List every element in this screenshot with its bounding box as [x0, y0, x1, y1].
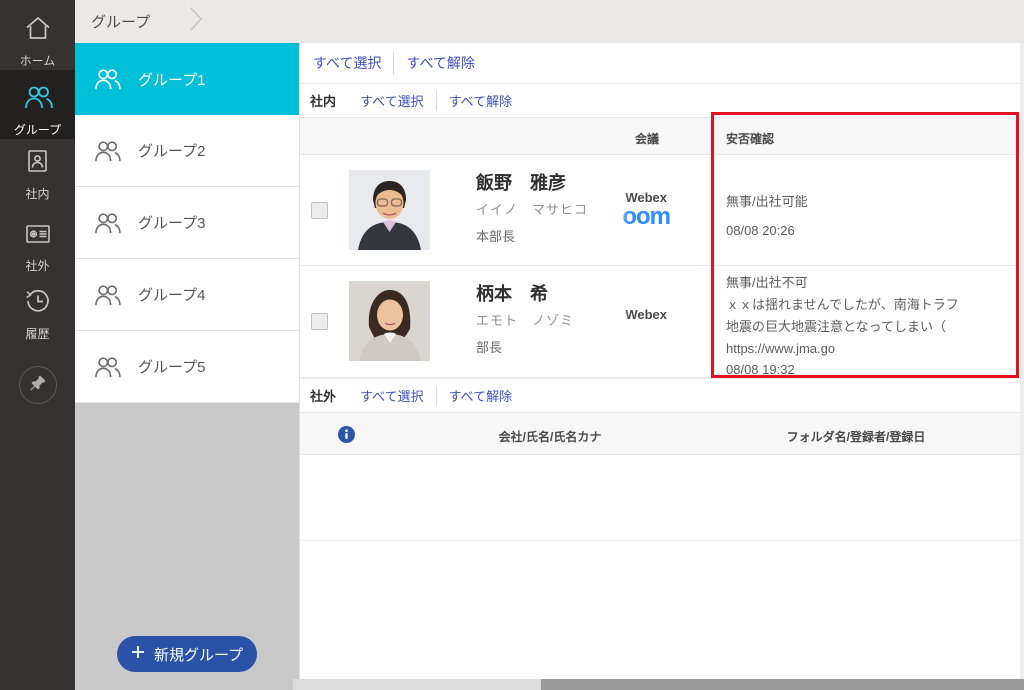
group-icon: [91, 283, 123, 307]
person-name: 柄本 希: [476, 280, 548, 306]
chevron-right-icon: [188, 5, 204, 38]
column-header-meeting: 会議: [617, 130, 677, 147]
divider: [436, 386, 437, 406]
deselect-all-link[interactable]: すべて解除: [406, 53, 474, 73]
sidebar-item-label: ホーム: [20, 52, 56, 69]
sidebar-item-label: 履歴: [25, 325, 49, 342]
groups-icon: [21, 84, 55, 115]
group-icon: [91, 67, 123, 91]
safety-message-line[interactable]: https://www.jma.go: [726, 338, 959, 360]
fade-overlay: [590, 155, 630, 265]
column-header-safety: 安否確認: [726, 130, 774, 147]
safety-timestamp: 08/08 19:32: [726, 362, 795, 377]
group-label: グループ4: [138, 284, 205, 305]
person-kana: イイノ マサヒコ: [476, 199, 588, 218]
main-content: すべて選択 すべて解除 社内 すべて選択 すべて解除 会議 安否確認: [299, 43, 1020, 679]
safety-timestamp: 08/08 20:26: [726, 223, 795, 238]
internal-contacts-icon: [25, 148, 51, 179]
webex-logo[interactable]: Webex: [625, 307, 667, 322]
internal-section-title: 社内: [310, 91, 336, 110]
internal-table-header: 会議 安否確認: [300, 117, 1020, 155]
group-list-item-5[interactable]: グループ5: [75, 331, 299, 403]
safety-message: ｘｘは揺れませんでしたが、南海トラフ 地震の巨大地震注意となってしまい（ htt…: [726, 294, 959, 360]
external-section-header: 社外 すべて選択 すべて解除: [300, 378, 1020, 412]
table-row[interactable]: 柄本 希 エモト ノゾミ 部長 Webex 無事/出社不可 ｘｘは揺れませんでし…: [300, 266, 1020, 378]
new-group-button[interactable]: 新規グループ: [117, 636, 257, 672]
breadcrumb-bar: グループ: [75, 0, 1024, 43]
meeting-cell: Webex oom: [596, 155, 676, 265]
table-row[interactable]: 飯野 雅彦 イイノ マサヒコ 本部長 Webex oom 無事/出社可能 08/…: [300, 155, 1020, 266]
group-icon: [91, 211, 123, 235]
person-title: 本部長: [476, 226, 515, 245]
group-label: グループ3: [138, 212, 205, 233]
new-group-button-label: 新規グループ: [154, 644, 243, 665]
divider: [393, 52, 394, 74]
plus-icon: [131, 645, 145, 663]
pin-button[interactable]: [19, 366, 57, 404]
external-table-header: 会社/氏名/氏名カナ フォルダ名/登録者/登録日: [300, 412, 1020, 455]
safety-status: 無事/出社不可: [726, 272, 808, 291]
group-list-item-2[interactable]: グループ2: [75, 115, 299, 187]
group-label: グループ1: [138, 69, 205, 90]
group-list-item-3[interactable]: グループ3: [75, 187, 299, 259]
column-header-company: 会社/氏名/氏名カナ: [450, 428, 650, 445]
horizontal-scrollbar[interactable]: [293, 679, 1024, 690]
meeting-cell: Webex: [596, 266, 676, 377]
person-title: 部長: [476, 337, 502, 356]
safety-message-line: 地震の巨大地震注意となってしまい（: [726, 316, 959, 338]
group-list-panel: グループ1 グループ2 グループ3 グループ4: [75, 43, 299, 690]
safety-status: 無事/出社可能: [726, 191, 808, 210]
person-name: 飯野 雅彦: [476, 169, 566, 195]
app-window: ホーム グループ 社内: [0, 0, 1024, 690]
sidebar-item-label: 社内: [25, 185, 49, 202]
breadcrumb[interactable]: グループ: [91, 11, 150, 32]
internal-select-all-link[interactable]: すべて選択: [360, 91, 424, 110]
home-icon: [24, 15, 52, 46]
group-icon: [91, 139, 123, 163]
divider: [436, 91, 437, 111]
column-header-folder: フォルダ名/登録者/登録日: [756, 428, 956, 445]
vertical-scrollbar[interactable]: [1020, 43, 1024, 679]
row-checkbox[interactable]: [311, 202, 328, 219]
external-empty-row: [300, 455, 1020, 541]
group-label: グループ5: [138, 356, 205, 377]
external-contacts-icon: [24, 222, 52, 251]
person-kana: エモト ノゾミ: [476, 310, 574, 329]
sidebar-item-label: 社外: [25, 257, 49, 274]
external-deselect-all-link[interactable]: すべて解除: [449, 386, 513, 405]
sidebar-item-label: グループ: [14, 121, 61, 138]
sidebar-item-groups[interactable]: グループ: [0, 70, 75, 139]
pin-icon: [29, 374, 47, 397]
safety-cell: 無事/出社可能 08/08 20:26: [726, 155, 1014, 265]
horizontal-scrollbar-thumb[interactable]: [541, 679, 1024, 690]
group-list-item-1[interactable]: グループ1: [75, 43, 299, 115]
history-icon: [24, 288, 51, 319]
sidebar-item-history[interactable]: 履歴: [0, 288, 75, 346]
sidebar-item-external[interactable]: 社外: [0, 222, 75, 280]
group-icon: [91, 355, 123, 379]
group-list-item-4[interactable]: グループ4: [75, 259, 299, 331]
internal-section-header: 社内 すべて選択 すべて解除: [300, 84, 1020, 117]
external-select-all-link[interactable]: すべて選択: [360, 386, 424, 405]
global-select-toolbar: すべて選択 すべて解除: [300, 43, 1020, 84]
avatar: [349, 170, 430, 250]
internal-deselect-all-link[interactable]: すべて解除: [449, 91, 513, 110]
safety-cell: 無事/出社不可 ｘｘは揺れませんでしたが、南海トラフ 地震の巨大地震注意となって…: [726, 266, 1014, 377]
select-all-link[interactable]: すべて選択: [313, 53, 381, 73]
external-section-title: 社外: [310, 386, 336, 405]
fade-overlay: [590, 266, 630, 377]
info-icon[interactable]: [338, 426, 355, 443]
sidebar-item-home[interactable]: ホーム: [0, 12, 75, 64]
safety-message-line: ｘｘは揺れませんでしたが、南海トラフ: [726, 294, 959, 316]
avatar: [349, 281, 430, 361]
sidebar: ホーム グループ 社内: [0, 0, 75, 690]
sidebar-item-internal[interactable]: 社内: [0, 148, 75, 206]
group-label: グループ2: [138, 140, 205, 161]
row-checkbox[interactable]: [311, 313, 328, 330]
